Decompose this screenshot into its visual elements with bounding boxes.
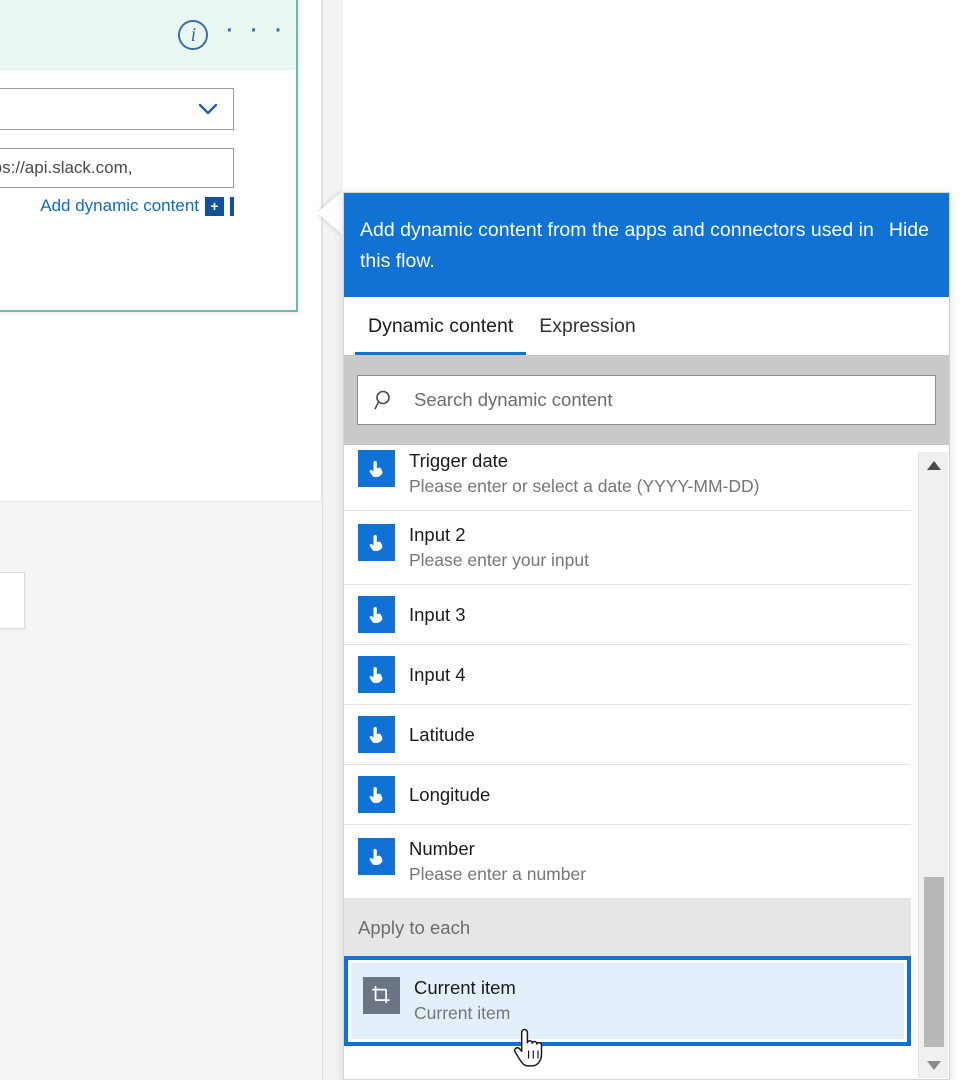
tap-hand-icon [358, 716, 395, 753]
selected-item-outline: Current item Current item [344, 956, 911, 1046]
info-icon[interactable]: i [178, 20, 209, 50]
list-item-body: Input 2 Please enter your input [409, 522, 589, 573]
search-box[interactable] [357, 375, 936, 425]
list-item-title: Input 3 [409, 604, 466, 625]
scrollbar-thumb[interactable] [924, 877, 944, 1047]
list-item-title: Input 4 [409, 664, 466, 685]
tab-dynamic-content[interactable]: Dynamic content [355, 297, 527, 355]
list-item-title: Current item [414, 977, 516, 998]
list-item[interactable]: Latitude [344, 705, 911, 765]
tap-hand-icon [358, 524, 395, 561]
slack-message-value: ions, see https://api.slack.com, [0, 158, 133, 177]
list-item[interactable]: Input 4 [344, 645, 911, 705]
hide-button[interactable]: Hide [889, 215, 933, 246]
tap-hand-icon [358, 450, 395, 487]
search-icon [374, 389, 396, 411]
scroll-down-arrow-icon[interactable] [919, 1052, 948, 1078]
flow-designer-canvas: i · · · ions, see https://api.slack.com,… [0, 0, 322, 1080]
card-header-actions: i · · · [178, 14, 286, 50]
add-dynamic-content-link[interactable]: Add dynamic content [40, 196, 199, 216]
list-item-body: Number Please enter a number [409, 836, 586, 887]
slack-card-header: i · · · [0, 0, 296, 70]
tap-hand-icon [358, 776, 395, 813]
panel-pointer-arrow [317, 190, 344, 236]
slack-channel-dropdown[interactable] [0, 88, 234, 130]
list-item-subtitle: Current item [414, 1003, 511, 1023]
list-item[interactable]: Input 3 [344, 585, 911, 645]
scroll-up-arrow-icon[interactable] [919, 452, 948, 478]
list-item-body: Current item Current item [414, 975, 516, 1026]
dynamic-content-panel: Add dynamic content from the apps and co… [343, 192, 950, 1080]
list-item-title: Input 2 [409, 524, 466, 545]
plus-icon[interactable]: + [205, 196, 224, 216]
add-dynamic-content-row[interactable]: Add dynamic content + [0, 196, 234, 216]
list-item-body: Longitude [409, 782, 490, 807]
current-item-icon [363, 977, 400, 1014]
list-item-body: Trigger date Please enter or select a da… [409, 448, 759, 499]
list-item-body: Latitude [409, 722, 475, 747]
slack-action-card[interactable]: i · · · ions, see https://api.slack.com,… [0, 0, 298, 312]
list-item[interactable]: Input 2 Please enter your input [344, 511, 911, 585]
list-item-title: Latitude [409, 724, 475, 745]
tab-expression[interactable]: Expression [526, 297, 648, 355]
banner-message: Add dynamic content from the apps and co… [360, 219, 874, 272]
list-item[interactable]: Trigger date Please enter or select a da… [344, 445, 911, 511]
dynamic-content-list-viewport: Trigger date Please enter or select a da… [344, 445, 949, 1079]
more-options-icon[interactable]: · · · [224, 14, 286, 48]
panel-tabs: Dynamic content Expression [344, 297, 949, 355]
canvas-gutter [322, 0, 343, 1080]
group-header-apply-to-each: Apply to each [344, 899, 911, 956]
list-item-subtitle: Please enter or select a date (YYYY-MM-D… [409, 476, 760, 496]
dynamic-content-list: Trigger date Please enter or select a da… [344, 445, 911, 1046]
list-item-subtitle: Please enter a number [409, 864, 587, 884]
list-item-body: Input 4 [409, 662, 466, 687]
canvas-node-card[interactable] [0, 572, 25, 629]
list-scrollbar[interactable] [918, 452, 948, 1078]
list-item-body: Input 3 [409, 602, 466, 627]
scrollbar-track-upper[interactable] [919, 478, 948, 876]
search-band [344, 355, 949, 445]
list-item-title: Trigger date [409, 450, 509, 471]
slack-message-field[interactable]: ions, see https://api.slack.com, [0, 148, 234, 188]
tap-hand-icon [358, 838, 395, 875]
list-item-subtitle: Please enter your input [409, 550, 589, 570]
list-item[interactable]: Longitude [344, 765, 911, 825]
text-caret [230, 196, 234, 216]
list-item-title: Longitude [409, 784, 491, 805]
search-input[interactable] [412, 388, 921, 412]
chevron-down-icon[interactable] [197, 98, 219, 120]
dynamic-content-banner: Add dynamic content from the apps and co… [344, 193, 949, 297]
list-item-title: Number [409, 838, 475, 859]
tap-hand-icon [358, 596, 395, 633]
list-item-current-item[interactable]: Current item Current item [351, 963, 904, 1039]
list-item[interactable]: Number Please enter a number [344, 825, 911, 899]
tap-hand-icon [358, 656, 395, 693]
